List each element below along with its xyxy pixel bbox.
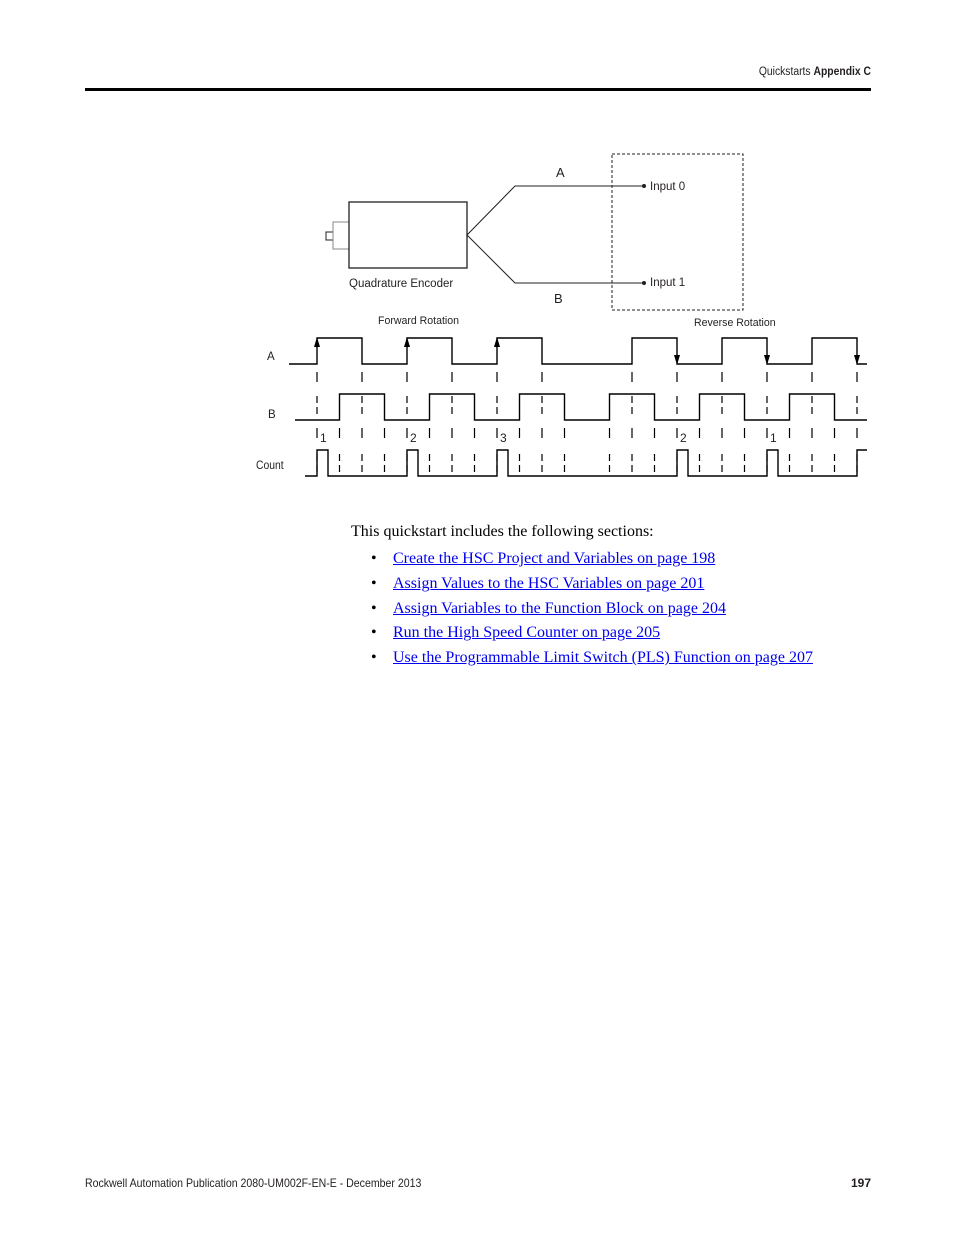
section-link-list: • Create the HSC Project and Variables on… <box>371 547 813 671</box>
section-link[interactable]: Assign Values to the HSC Variables on pa… <box>393 575 704 592</box>
intro-text: This quickstart includes the following s… <box>351 523 654 540</box>
input1-terminal <box>642 281 646 285</box>
encoder-flange <box>332 221 350 250</box>
count-value-label: 3 <box>500 431 507 445</box>
bullet-icon: • <box>371 649 377 667</box>
row-label-b: B <box>268 409 276 421</box>
row-label-count: Count <box>256 460 284 473</box>
bullet-icon: • <box>371 574 377 592</box>
encoder-body <box>348 201 468 269</box>
count-value-label: 1 <box>320 431 327 445</box>
section-link[interactable]: Run the High Speed Counter on page 205 <box>393 624 660 641</box>
row-label-a: A <box>267 351 275 363</box>
reverse-rotation-label: Reverse Rotation <box>694 317 776 329</box>
encoder-label: Quadrature Encoder <box>349 278 453 290</box>
input0-terminal <box>642 184 646 188</box>
signal-b-waveform <box>295 393 867 421</box>
input0-label: Input 0 <box>650 181 685 193</box>
section-list-item: • Create the HSC Project and Variables on… <box>371 547 813 572</box>
wire-a <box>466 185 643 236</box>
wire-a-label: A <box>556 165 565 180</box>
timing-waveforms: 1 2 3 2 1 <box>289 337 867 477</box>
count-value-label: 2 <box>410 431 417 445</box>
section-list-item: • Assign Values to the HSC Variables on p… <box>371 572 813 597</box>
wire-b-label: B <box>554 291 563 306</box>
section-list-item: • Assign Variables to the Function Block … <box>371 597 813 622</box>
quadrature-encoder-diagram: Quadrature Encoder A B Input 0 Input 1 F… <box>256 153 867 477</box>
count-value-label: 1 <box>770 431 777 445</box>
wires: A B Input 0 Input 1 <box>466 165 685 306</box>
footer-publication: Rockwell Automation Publication 2080-UM0… <box>85 1176 422 1190</box>
section-list-item: • Use the Programmable Limit Switch (PLS)… <box>371 646 813 671</box>
section-link[interactable]: Create the HSC Project and Variables on … <box>393 550 715 567</box>
bullet-icon: • <box>371 550 377 567</box>
forward-rotation-label: Forward Rotation <box>378 315 459 327</box>
count-value-label: 2 <box>680 431 687 445</box>
footer-page-number: 197 <box>850 1176 871 1190</box>
count-waveform <box>305 449 867 477</box>
bullet-icon: • <box>371 624 377 642</box>
input1-label: Input 1 <box>650 277 685 289</box>
wire-b <box>466 234 643 284</box>
encoder-block: Quadrature Encoder <box>325 201 468 290</box>
encoder-shaft <box>325 231 334 241</box>
section-list-item: • Run the High Speed Counter on page 205 <box>371 621 813 646</box>
section-link[interactable]: Assign Variables to the Function Block o… <box>393 600 726 617</box>
signal-a-waveform <box>289 337 867 365</box>
bullet-icon: • <box>371 599 377 617</box>
section-link[interactable]: Use the Programmable Limit Switch (PLS) … <box>393 649 813 666</box>
